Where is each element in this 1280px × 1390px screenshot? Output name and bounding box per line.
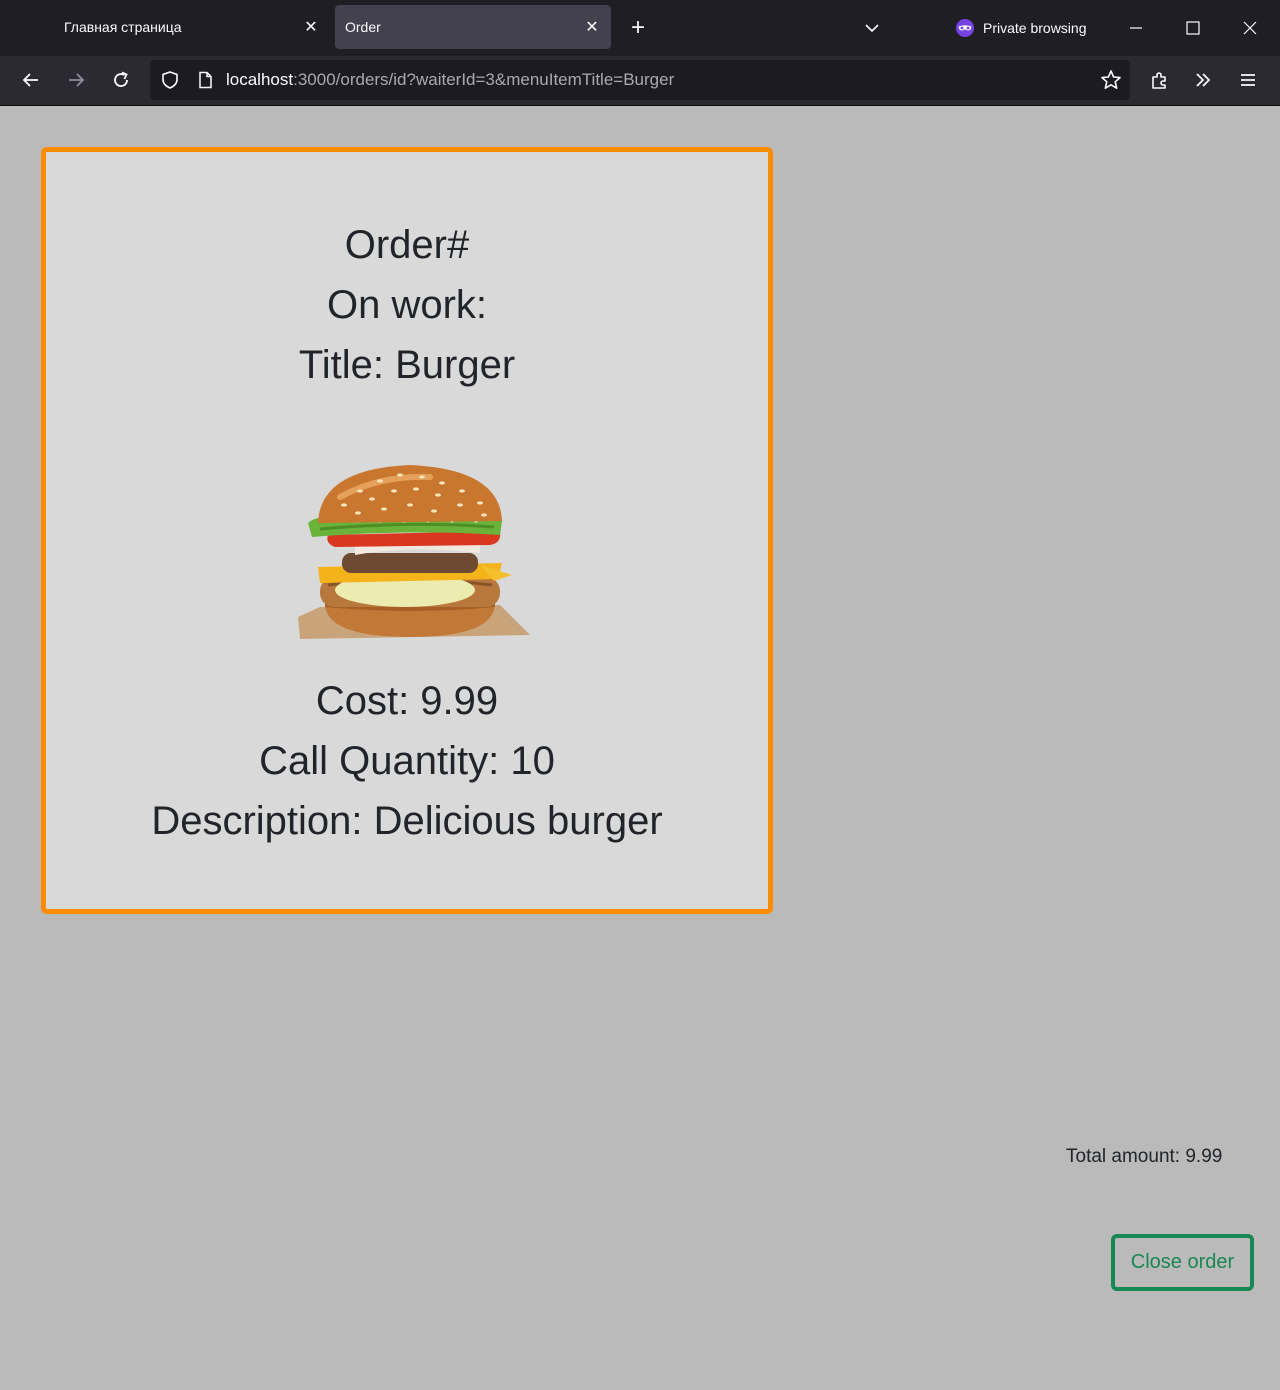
private-browsing-indicator: Private browsing <box>955 16 1087 40</box>
bookmark-star-icon[interactable] <box>1100 69 1122 91</box>
shield-icon[interactable] <box>160 70 180 90</box>
window-close-icon[interactable] <box>1230 8 1270 48</box>
more-tools-chevron-icon[interactable] <box>1187 64 1219 96</box>
private-browsing-label: Private browsing <box>983 20 1087 36</box>
new-tab-icon[interactable]: + <box>624 14 652 42</box>
tab-label: Главная страница <box>64 19 182 35</box>
close-tab-icon[interactable]: ✕ <box>298 14 324 40</box>
tab-bar: Главная страница ✕ Order ✕ + Private bro… <box>0 0 1280 56</box>
address-bar[interactable]: localhost:3000/orders/id?waiterId=3&menu… <box>150 60 1130 100</box>
tab-label: Order <box>345 19 381 35</box>
forward-arrow-icon[interactable] <box>60 64 92 96</box>
url-path: :3000/orders/id?waiterId=3&menuItemTitle… <box>293 70 675 89</box>
minimize-icon[interactable] <box>1116 8 1156 48</box>
back-arrow-icon[interactable] <box>15 64 47 96</box>
chevron-down-icon[interactable] <box>858 14 886 42</box>
private-mask-icon <box>956 19 974 37</box>
extensions-puzzle-icon[interactable] <box>1143 64 1175 96</box>
url-host: localhost <box>226 70 294 89</box>
order-quantity: Call Quantity: 10 <box>259 739 555 783</box>
close-order-button[interactable]: Close order <box>1111 1234 1254 1291</box>
url-text[interactable]: localhost:3000/orders/id?waiterId=3&menu… <box>226 70 674 90</box>
hamburger-menu-icon[interactable] <box>1232 64 1264 96</box>
total-amount: Total amount: 9.99 <box>1066 1146 1223 1167</box>
maximize-icon[interactable] <box>1173 8 1213 48</box>
order-card: Order# On work: Title: Burger Cost: 9.99… <box>41 147 773 914</box>
page-icon[interactable] <box>196 71 214 89</box>
reload-icon[interactable] <box>105 64 137 96</box>
order-cost: Cost: 9.99 <box>315 679 499 723</box>
order-title: Title: Burger <box>298 343 516 387</box>
navigation-toolbar: localhost:3000/orders/id?waiterId=3&menu… <box>0 56 1280 106</box>
tab-home[interactable]: Главная страница ✕ <box>52 5 328 49</box>
burger-image <box>298 465 530 639</box>
close-tab-icon[interactable]: ✕ <box>579 14 605 40</box>
on-work-status: On work: <box>326 283 488 327</box>
order-number: Order# <box>344 223 470 267</box>
order-description: Description: Delicious burger <box>151 799 663 843</box>
tab-order[interactable]: Order ✕ <box>335 5 611 49</box>
